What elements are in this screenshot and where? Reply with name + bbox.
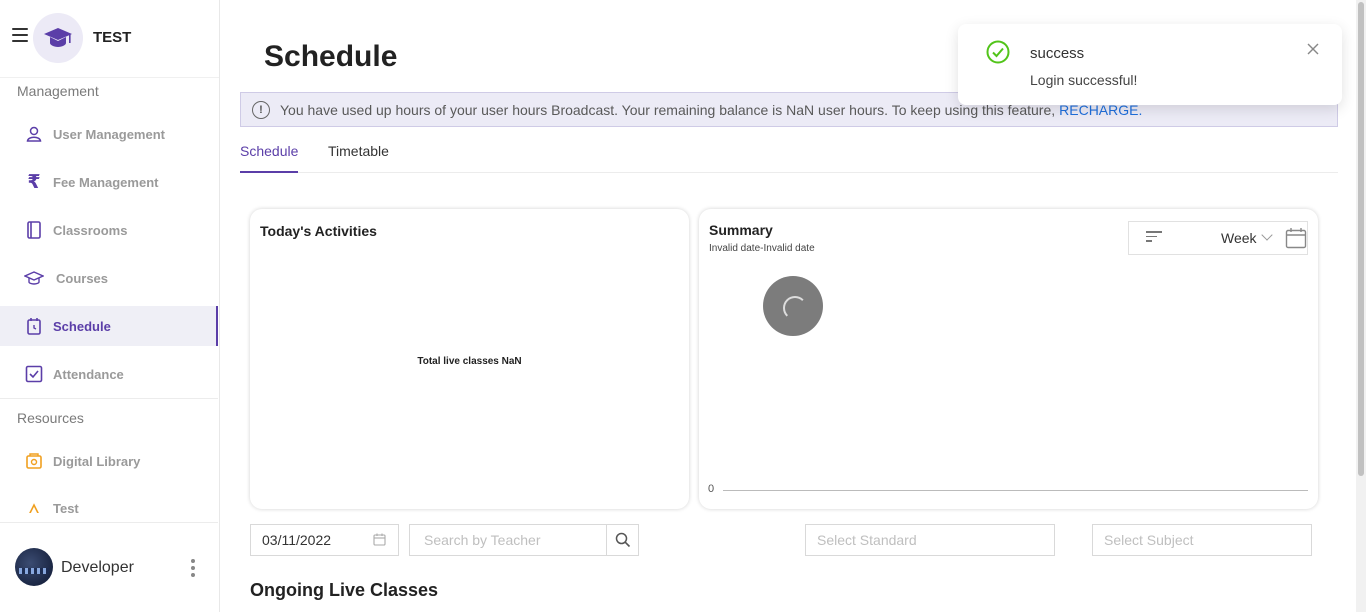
hamburger-menu-icon[interactable]: [12, 28, 28, 42]
sidebar-item-label: Test: [53, 501, 79, 513]
chevron-down-icon[interactable]: [1261, 229, 1273, 241]
test-icon: [24, 501, 44, 513]
graduation-cap-icon: [33, 13, 83, 63]
user-profile: Developer: [0, 522, 218, 612]
sidebar-item-label: Courses: [56, 270, 109, 286]
scrollbar-thumb[interactable]: [1358, 2, 1364, 476]
section-title-management: Management: [17, 83, 99, 99]
sidebar-item-label: Classrooms: [53, 222, 128, 238]
standard-select[interactable]: [805, 524, 1055, 556]
total-live-classes: Total live classes NaN: [417, 356, 522, 367]
section-title-resources: Resources: [17, 410, 84, 426]
sidebar-item-label: Schedule: [53, 318, 111, 334]
alert-message: You have used up hours of your user hour…: [280, 101, 1056, 118]
calendar-icon[interactable]: [1285, 227, 1307, 254]
date-input[interactable]: [251, 532, 369, 548]
sidebar-item-schedule[interactable]: Schedule: [0, 306, 218, 346]
sidebar-item-label: Digital Library: [53, 453, 141, 469]
subject-select-input[interactable]: [1093, 532, 1311, 548]
chart-axis-line: [723, 490, 1308, 491]
date-picker[interactable]: [250, 524, 399, 556]
sidebar: TEST Management User Management ₹ Fee Ma…: [0, 0, 220, 612]
sidebar-item-label: User Management: [53, 126, 165, 142]
tab-schedule[interactable]: Schedule: [240, 143, 299, 173]
sort-icon[interactable]: [1146, 231, 1162, 245]
subject-select[interactable]: [1092, 524, 1312, 556]
toast-title: success: [1030, 45, 1085, 62]
library-icon: [24, 451, 44, 471]
sidebar-divider: [0, 398, 218, 399]
card-title: Today's Activities: [260, 223, 377, 239]
close-icon[interactable]: [1306, 42, 1320, 56]
more-vertical-icon[interactable]: [190, 559, 196, 577]
sidebar-item-fee-management[interactable]: ₹ Fee Management: [0, 162, 218, 202]
sidebar-item-label: Attendance: [53, 366, 124, 382]
card-title: Summary: [709, 222, 773, 238]
standard-select-input[interactable]: [806, 532, 1054, 548]
calendar-clock-icon: [24, 316, 44, 336]
sidebar-item-classrooms[interactable]: Classrooms: [0, 210, 218, 250]
sidebar-item-courses[interactable]: Courses: [0, 258, 218, 298]
calendar-icon[interactable]: [373, 533, 386, 549]
sidebar-item-user-management[interactable]: User Management: [0, 114, 218, 154]
success-toast: success Login successful!: [958, 24, 1342, 105]
ongoing-live-classes-heading: Ongoing Live Classes: [250, 580, 439, 600]
sidebar-item-attendance[interactable]: Attendance: [0, 354, 218, 394]
rupee-icon: ₹: [27, 171, 41, 193]
avatar[interactable]: [15, 548, 53, 586]
summary-date-range: Invalid date-Invalid date: [709, 243, 815, 254]
book-icon: [24, 220, 44, 240]
search-button[interactable]: [606, 524, 639, 556]
toast-message: Login successful!: [1030, 72, 1138, 88]
graduation-cap-icon: [24, 268, 44, 288]
sidebar-item-digital-library[interactable]: Digital Library: [0, 441, 218, 481]
page-title: Schedule: [264, 40, 398, 73]
user-icon: [24, 124, 44, 144]
todays-activities-card: Today's Activities Total live classes Na…: [250, 209, 689, 509]
loading-spinner-icon: [763, 276, 823, 336]
tab-bar: Schedule Timetable: [240, 138, 1338, 173]
period-selector: Week: [1128, 221, 1308, 255]
sidebar-item-label: Fee Management: [53, 174, 159, 190]
brand-header: TEST: [0, 0, 219, 78]
check-square-icon: [24, 364, 44, 384]
tab-timetable[interactable]: Timetable: [328, 143, 389, 173]
page-scrollbar[interactable]: [1356, 0, 1366, 612]
teacher-search-input[interactable]: [410, 532, 606, 548]
sidebar-item-test[interactable]: Test: [0, 489, 218, 513]
user-name: Developer: [61, 559, 134, 576]
teacher-search-field[interactable]: [409, 524, 607, 556]
period-dropdown[interactable]: Week: [1221, 230, 1257, 246]
check-circle-icon: [986, 40, 1010, 69]
info-icon: !: [252, 100, 270, 119]
brand-name: TEST: [93, 29, 132, 46]
search-icon: [615, 532, 630, 548]
chart-axis-zero-label: 0: [708, 483, 715, 495]
